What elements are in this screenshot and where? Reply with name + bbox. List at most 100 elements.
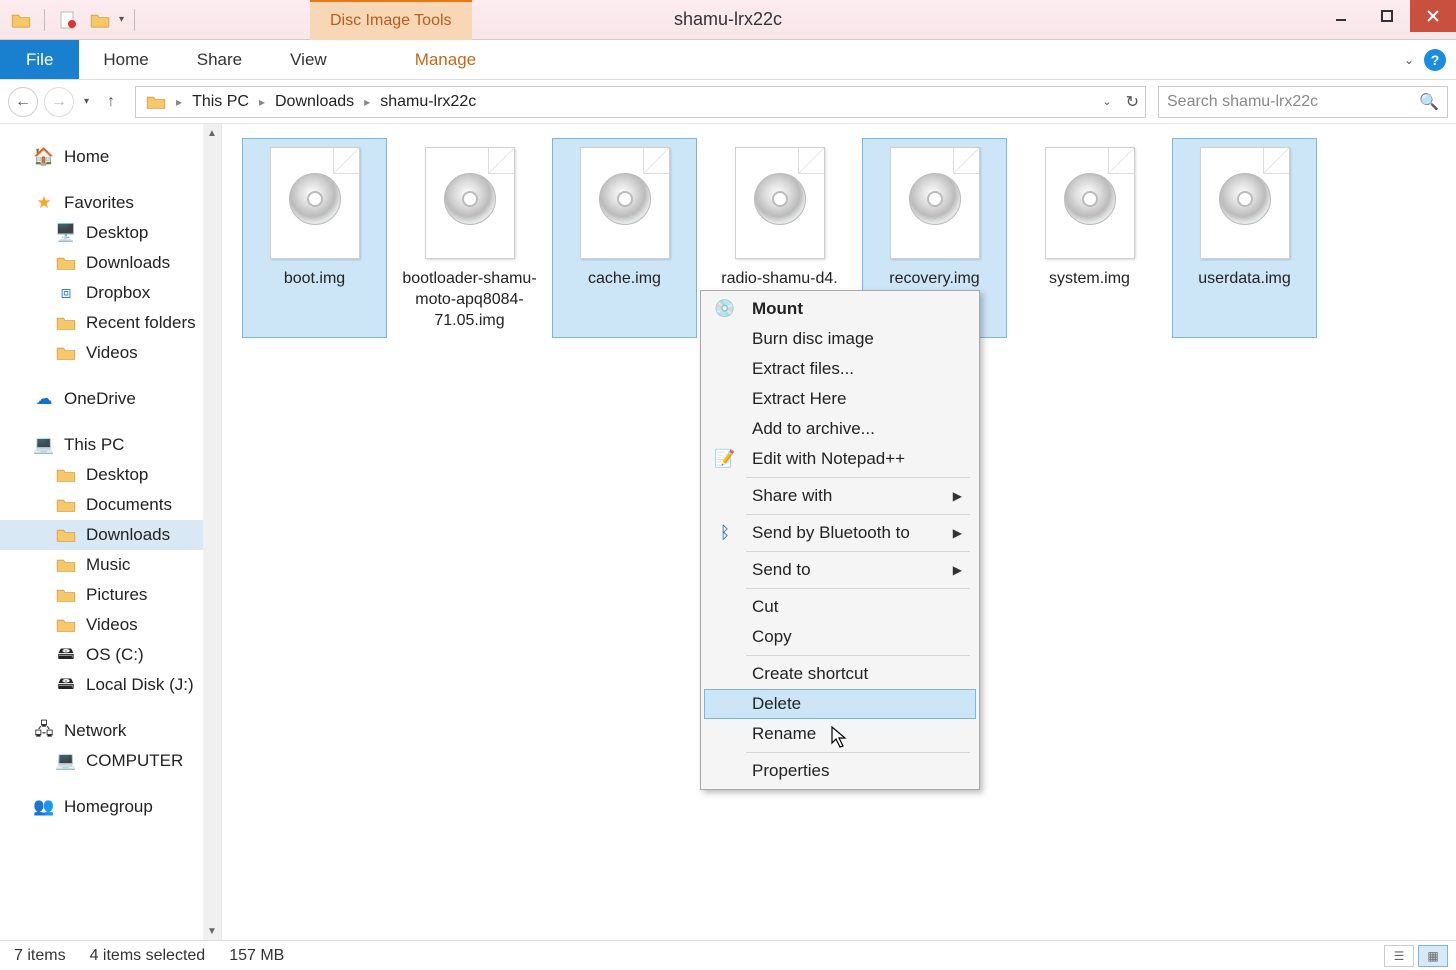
menu-item-copy[interactable]: Copy	[704, 622, 976, 652]
sidebar-item-videos[interactable]: Videos	[0, 338, 221, 368]
tab-manage[interactable]: Manage	[391, 40, 500, 79]
menu-item-properties[interactable]: Properties	[704, 756, 976, 786]
menu-item-share-with[interactable]: Share with▶	[704, 481, 976, 511]
navigation-pane: 🏠Home ★Favorites 🖥️Desktop Downloads ⧈Dr…	[0, 124, 222, 940]
breadcrumb-segment[interactable]: This PC	[188, 93, 253, 111]
dropbox-icon: ⧈	[56, 283, 76, 303]
menu-item-rename[interactable]: Rename	[704, 719, 976, 749]
properties-icon[interactable]	[55, 7, 81, 33]
scroll-up-icon[interactable]: ▲	[203, 124, 221, 142]
sidebar-label: Homegroup	[64, 797, 153, 817]
disc-image-icon	[425, 147, 515, 259]
chevron-right-icon[interactable]: ▸	[253, 95, 271, 109]
history-dropdown-icon[interactable]: ▾	[80, 96, 93, 107]
file-item[interactable]: system.img	[1017, 138, 1162, 338]
file-label: radio-shamu-d4.	[721, 269, 838, 290]
sidebar-item-music[interactable]: Music	[0, 550, 221, 580]
menu-item-extract-here[interactable]: Extract Here	[704, 384, 976, 414]
tab-share[interactable]: Share	[173, 40, 266, 79]
sidebar-label: Network	[64, 721, 126, 741]
drive-icon: 🖴	[56, 675, 76, 695]
help-icon[interactable]: ?	[1424, 49, 1446, 71]
folder-icon	[56, 343, 76, 363]
address-bar[interactable]: ▸ This PC ▸ Downloads ▸ shamu-lrx22c ⌄ ↻	[135, 86, 1146, 118]
tab-file[interactable]: File	[0, 40, 79, 79]
sidebar-item-downloads[interactable]: Downloads	[0, 248, 221, 278]
address-dropdown-icon[interactable]: ⌄	[1102, 95, 1111, 108]
menu-item-send-bluetooth[interactable]: ᛒSend by Bluetooth to▶	[704, 518, 976, 548]
file-item[interactable]: bootloader-shamu-moto-apq8084-71.05.img	[397, 138, 542, 338]
back-button[interactable]: ←	[8, 87, 38, 117]
menu-label: Cut	[752, 597, 778, 617]
sidebar-scrollbar[interactable]: ▲ ▼	[203, 124, 221, 940]
file-item[interactable]: cache.img	[552, 138, 697, 338]
view-details-button[interactable]: ☰	[1384, 945, 1414, 967]
refresh-icon[interactable]: ↻	[1126, 92, 1139, 112]
tab-view[interactable]: View	[266, 40, 351, 79]
sidebar-item-downloads[interactable]: Downloads	[0, 520, 221, 550]
sidebar-label: COMPUTER	[86, 751, 183, 771]
sidebar-label: Favorites	[64, 193, 134, 213]
status-bar: 7 items 4 items selected 157 MB ☰ ▦	[0, 940, 1456, 970]
file-label: recovery.img	[889, 269, 979, 290]
ribbon-expand-icon[interactable]: ⌄	[1404, 53, 1414, 67]
sidebar-item-os-c[interactable]: 🖴OS (C:)	[0, 640, 221, 670]
file-label: userdata.img	[1198, 269, 1291, 290]
ribbon: File Home Share View Manage ⌄ ?	[0, 40, 1456, 80]
breadcrumb-segment[interactable]: Downloads	[271, 93, 358, 111]
sidebar-item-recent-folders[interactable]: Recent folders	[0, 308, 221, 338]
sidebar-label: Downloads	[86, 253, 170, 273]
menu-label: Edit with Notepad++	[752, 449, 905, 469]
sidebar-item-computer[interactable]: 💻COMPUTER	[0, 746, 221, 776]
chevron-right-icon[interactable]: ▸	[170, 95, 188, 109]
forward-button[interactable]: →	[44, 87, 74, 117]
qat-dropdown-icon[interactable]: ▾	[119, 14, 124, 25]
search-icon: 🔍	[1419, 92, 1439, 112]
menu-item-edit-notepad[interactable]: 📝Edit with Notepad++	[704, 444, 976, 474]
folder-icon[interactable]	[8, 7, 34, 33]
sidebar-item-desktop[interactable]: Desktop	[0, 460, 221, 490]
menu-item-mount[interactable]: 💿Mount	[704, 294, 976, 324]
menu-item-delete[interactable]: Delete	[704, 689, 976, 719]
separator	[746, 477, 970, 478]
sidebar-item-network[interactable]: 🖧Network	[0, 716, 221, 746]
sidebar-item-home[interactable]: 🏠Home	[0, 142, 221, 172]
sidebar-item-onedrive[interactable]: ☁OneDrive	[0, 384, 221, 414]
search-input[interactable]: Search shamu-lrx22c 🔍	[1158, 86, 1448, 118]
sidebar-item-documents[interactable]: Documents	[0, 490, 221, 520]
contextual-tab[interactable]: Disc Image Tools	[310, 0, 472, 40]
file-item[interactable]: boot.img	[242, 138, 387, 338]
menu-item-burn[interactable]: Burn disc image	[704, 324, 976, 354]
breadcrumb-segment[interactable]: shamu-lrx22c	[376, 93, 480, 111]
sidebar-item-videos[interactable]: Videos	[0, 610, 221, 640]
sidebar-item-dropbox[interactable]: ⧈Dropbox	[0, 278, 221, 308]
sidebar-item-pictures[interactable]: Pictures	[0, 580, 221, 610]
file-item[interactable]: userdata.img	[1172, 138, 1317, 338]
view-large-icons-button[interactable]: ▦	[1418, 945, 1448, 967]
sidebar-item-homegroup[interactable]: 👥Homegroup	[0, 792, 221, 822]
sidebar-item-local-disk-j[interactable]: 🖴Local Disk (J:)	[0, 670, 221, 700]
menu-label: Burn disc image	[752, 329, 874, 349]
disc-image-icon	[890, 147, 980, 259]
menu-item-cut[interactable]: Cut	[704, 592, 976, 622]
scroll-down-icon[interactable]: ▼	[203, 922, 221, 940]
tab-home[interactable]: Home	[79, 40, 172, 79]
separator	[746, 514, 970, 515]
search-placeholder: Search shamu-lrx22c	[1167, 93, 1318, 111]
maximize-button[interactable]	[1364, 0, 1410, 32]
menu-item-extract-files[interactable]: Extract files...	[704, 354, 976, 384]
new-folder-icon[interactable]	[87, 7, 113, 33]
menu-item-create-shortcut[interactable]: Create shortcut	[704, 659, 976, 689]
up-button[interactable]: ↑	[99, 90, 123, 114]
minimize-button[interactable]	[1318, 0, 1364, 32]
sidebar-item-favorites[interactable]: ★Favorites	[0, 188, 221, 218]
menu-item-add-archive[interactable]: Add to archive...	[704, 414, 976, 444]
sidebar-item-this-pc[interactable]: 💻This PC	[0, 430, 221, 460]
sidebar-item-desktop[interactable]: 🖥️Desktop	[0, 218, 221, 248]
folder-icon	[56, 555, 76, 575]
close-button[interactable]	[1410, 0, 1456, 32]
navbar: ← → ▾ ↑ ▸ This PC ▸ Downloads ▸ shamu-lr…	[0, 80, 1456, 124]
home-icon: 🏠	[34, 147, 54, 167]
chevron-right-icon[interactable]: ▸	[358, 95, 376, 109]
menu-item-send-to[interactable]: Send to▶	[704, 555, 976, 585]
